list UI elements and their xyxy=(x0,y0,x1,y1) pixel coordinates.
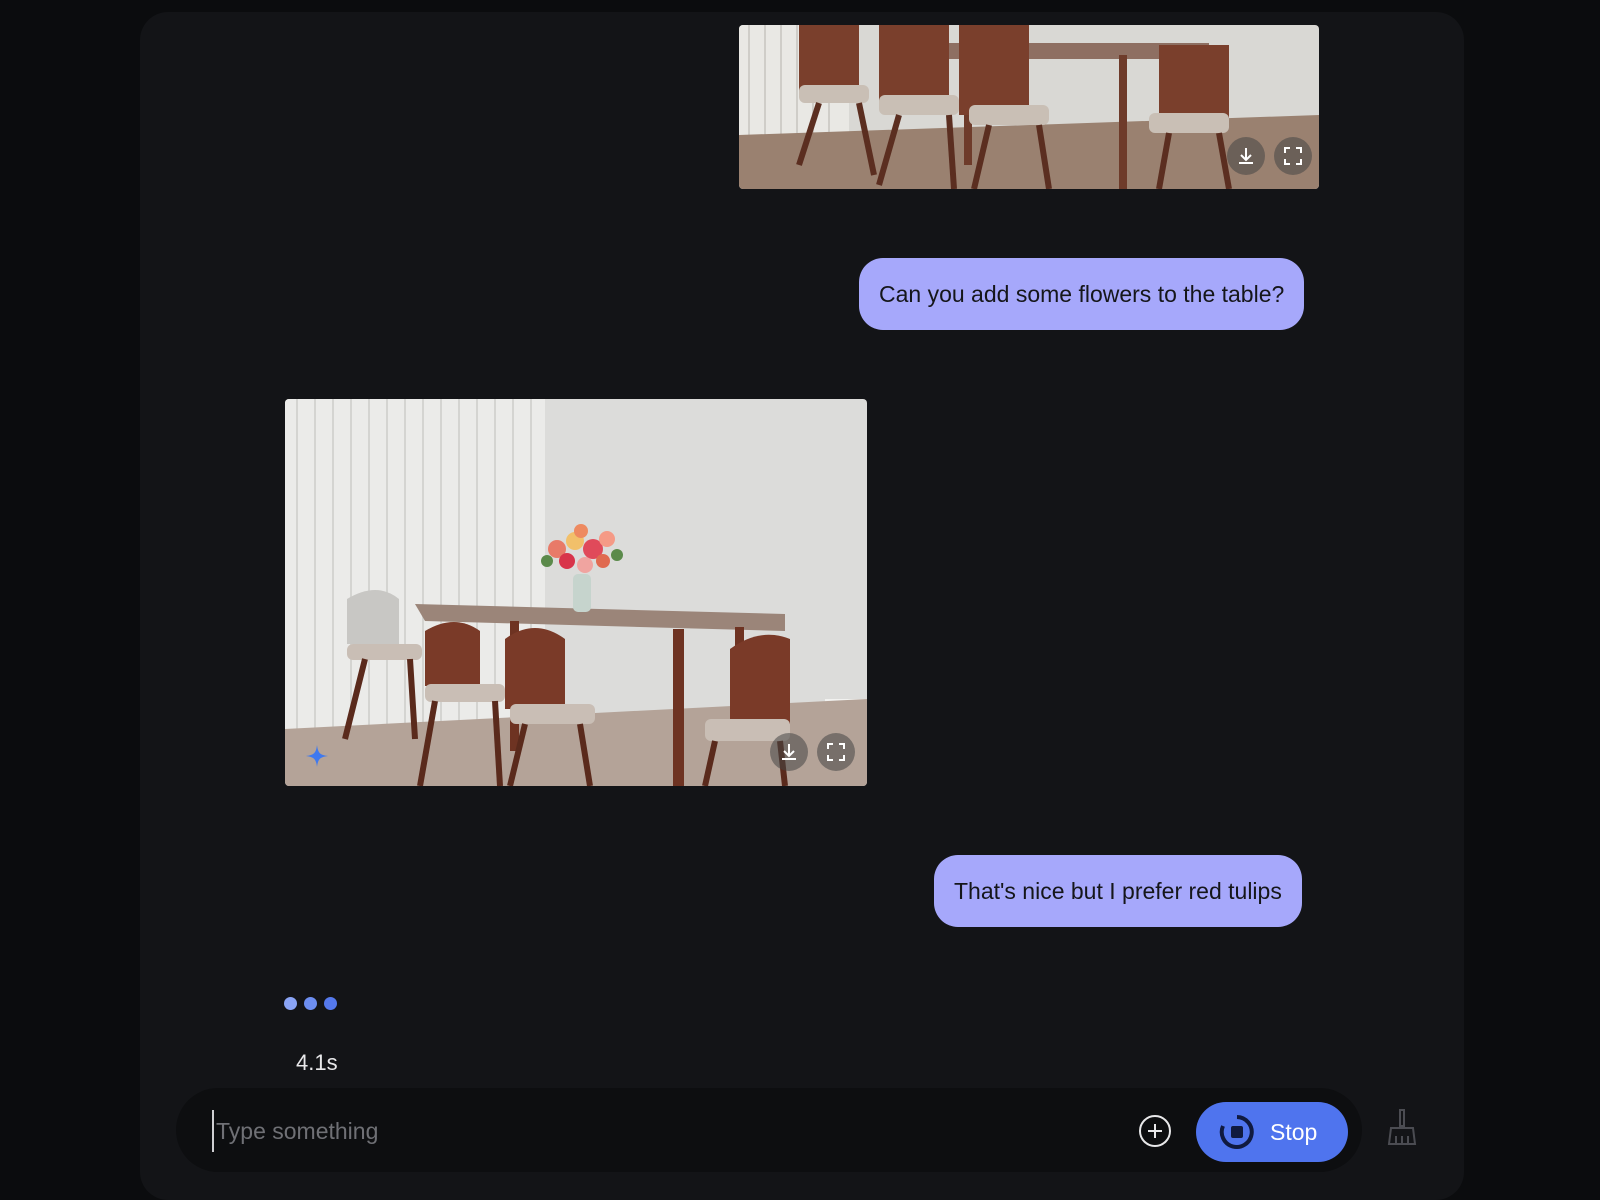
fullscreen-button[interactable] xyxy=(1274,137,1312,175)
fullscreen-icon xyxy=(827,743,845,761)
composer: Stop xyxy=(176,1088,1362,1172)
download-icon xyxy=(1239,148,1253,164)
user-message: That's nice but I prefer red tulips xyxy=(934,855,1302,927)
message-input[interactable] xyxy=(212,1110,1078,1152)
typing-dot xyxy=(284,997,297,1010)
typing-dot xyxy=(324,997,337,1010)
add-attachment-button[interactable] xyxy=(1138,1114,1172,1148)
user-message-text: That's nice but I prefer red tulips xyxy=(954,877,1282,904)
user-message: Can you add some flowers to the table? xyxy=(859,258,1305,330)
elapsed-time: 4.1s xyxy=(296,1050,338,1075)
fullscreen-icon xyxy=(1284,147,1302,165)
generated-image-previous[interactable] xyxy=(739,25,1319,189)
dining-room-flowers-image xyxy=(285,399,867,786)
stop-label: Stop xyxy=(1270,1118,1318,1145)
fullscreen-button[interactable] xyxy=(817,733,855,771)
download-button[interactable] xyxy=(1227,137,1265,175)
stop-icon xyxy=(1219,1115,1254,1149)
stop-button[interactable]: Stop xyxy=(1196,1102,1348,1162)
sparkle-icon xyxy=(306,745,328,767)
download-icon xyxy=(782,744,796,760)
typing-dot xyxy=(304,997,317,1010)
generated-image[interactable] xyxy=(285,399,867,786)
download-button[interactable] xyxy=(770,733,808,771)
user-message-text: Can you add some flowers to the table? xyxy=(879,280,1285,307)
clear-chat-button[interactable] xyxy=(1386,1108,1418,1148)
